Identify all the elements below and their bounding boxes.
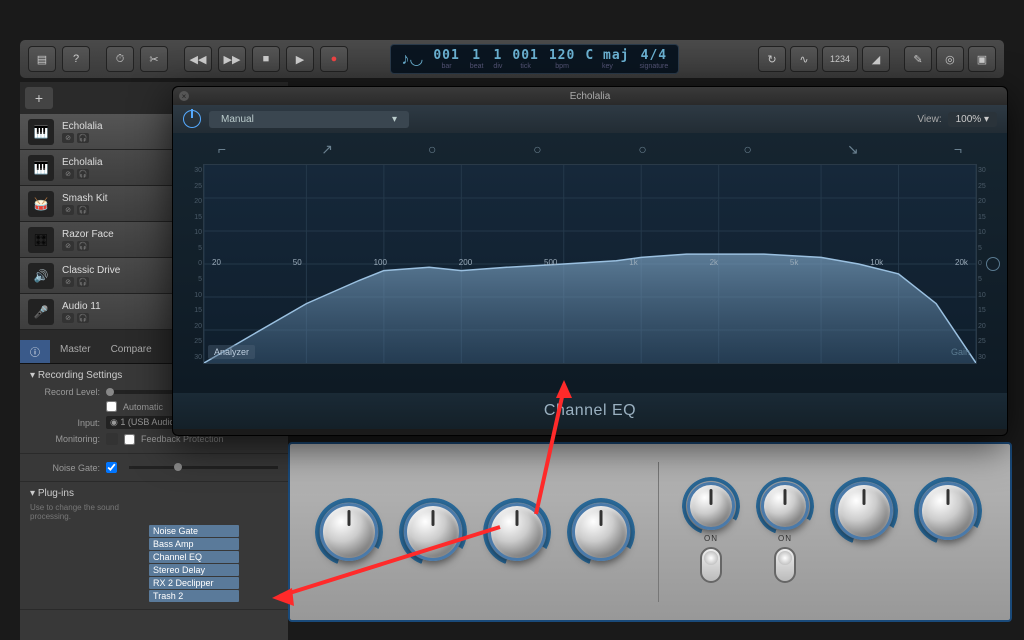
track-icon: 🎛 bbox=[28, 227, 54, 253]
channel-eq-window: × Echolalia Manual▾ View: 100% ▾ ⌐ ↗ ○ ○ ○ ○ ↘… bbox=[172, 86, 1008, 436]
solo-button[interactable]: 🎧 bbox=[77, 169, 89, 179]
track-icon: 🎹 bbox=[28, 155, 54, 181]
lcd-beat: 1 bbox=[472, 48, 481, 63]
forward-button[interactable]: ▶▶ bbox=[218, 46, 246, 72]
inspector-master-tab[interactable]: Master bbox=[50, 340, 101, 363]
lcd-div: 1 bbox=[493, 48, 502, 63]
plugin-slot[interactable]: RX 2 Declipper bbox=[149, 577, 239, 589]
lcd-bar: 001 bbox=[433, 48, 459, 63]
lcd-key: C maj bbox=[585, 48, 629, 63]
plugins-header[interactable]: ▾ Plug-ins bbox=[30, 488, 278, 499]
view-label: View: bbox=[917, 114, 941, 125]
mute-button[interactable]: ⊘ bbox=[62, 241, 74, 251]
cycle-button[interactable]: ↻ bbox=[758, 46, 786, 72]
solo-button[interactable]: 🎧 bbox=[77, 241, 89, 251]
solo-button[interactable]: 🎧 bbox=[77, 133, 89, 143]
amp-knob-3[interactable] bbox=[488, 503, 546, 561]
stop-button[interactable]: ■ bbox=[252, 46, 280, 72]
solo-button[interactable]: 🎧 bbox=[77, 205, 89, 215]
eq-band-icon[interactable]: ⌐ bbox=[213, 141, 231, 158]
gain-label: Gain bbox=[951, 347, 970, 357]
amp-knob-5[interactable] bbox=[687, 482, 735, 530]
plugin-slot[interactable]: Stereo Delay bbox=[149, 564, 239, 576]
loop-browser-button[interactable]: ◎ bbox=[936, 46, 964, 72]
lcd-sig: 4/4 bbox=[641, 48, 667, 63]
lcd-display[interactable]: ♪◡ 001bar 1beat 1div 001tick 120bpm C ma… bbox=[390, 44, 679, 74]
amp-knob-2[interactable] bbox=[404, 503, 462, 561]
help-button[interactable]: ? bbox=[62, 46, 90, 72]
view-zoom-selector[interactable]: 100% ▾ bbox=[948, 112, 997, 127]
amp-toggle-2[interactable] bbox=[774, 547, 796, 583]
eq-graph[interactable]: 30252015105051015202530 3025201510505101… bbox=[203, 164, 977, 364]
amp-knob-6[interactable] bbox=[761, 482, 809, 530]
solo-button[interactable]: 🎧 bbox=[77, 313, 89, 323]
library-button[interactable]: ▤ bbox=[28, 46, 56, 72]
media-browser-button[interactable]: ▣ bbox=[968, 46, 996, 72]
eq-window-title: Echolalia bbox=[570, 91, 611, 102]
plugin-slot[interactable]: Channel EQ bbox=[149, 551, 239, 563]
eq-plugin-name: Channel EQ bbox=[173, 393, 1007, 429]
track-icon: 🎹 bbox=[28, 119, 54, 145]
amp-knob-4[interactable] bbox=[572, 503, 630, 561]
add-track-button[interactable]: + bbox=[25, 87, 53, 109]
amp-knob-8[interactable] bbox=[919, 482, 977, 540]
master-volume-button[interactable]: ◢ bbox=[862, 46, 890, 72]
mute-button[interactable]: ⊘ bbox=[62, 169, 74, 179]
monitoring-button[interactable] bbox=[106, 433, 118, 445]
chevron-down-icon: ▾ bbox=[392, 114, 397, 125]
play-button[interactable]: ▶ bbox=[286, 46, 314, 72]
divider bbox=[658, 462, 659, 602]
tuner-button[interactable]: ∿ bbox=[790, 46, 818, 72]
eq-band-icon[interactable]: ○ bbox=[739, 141, 757, 158]
eq-band-icons: ⌐ ↗ ○ ○ ○ ○ ↘ ¬ bbox=[203, 141, 977, 164]
mute-button[interactable]: ⊘ bbox=[62, 277, 74, 287]
amp-knob-1[interactable] bbox=[320, 503, 378, 561]
solo-button[interactable]: 🎧 bbox=[77, 277, 89, 287]
eq-titlebar[interactable]: × Echolalia bbox=[173, 87, 1007, 105]
lcd-bpm: 120 bbox=[549, 48, 575, 63]
count-in-button[interactable]: ✂ bbox=[140, 46, 168, 72]
rewind-button[interactable]: ◀◀ bbox=[184, 46, 212, 72]
track-icon: 🎤 bbox=[28, 299, 54, 325]
lcd-tick: 001 bbox=[512, 48, 538, 63]
inspector-info-tab[interactable]: ⓘ bbox=[20, 340, 50, 363]
plugin-slot[interactable]: Noise Gate bbox=[149, 525, 239, 537]
amp-controls-panel: ON ON bbox=[288, 442, 1012, 622]
eq-band-icon[interactable]: ○ bbox=[528, 141, 546, 158]
track-icon: 🔊 bbox=[28, 263, 54, 289]
close-icon[interactable]: × bbox=[179, 91, 189, 101]
mute-button[interactable]: ⊘ bbox=[62, 313, 74, 323]
eq-preset-selector[interactable]: Manual▾ bbox=[209, 111, 409, 128]
eq-band-icon[interactable]: ○ bbox=[634, 141, 652, 158]
inspector-compare-tab[interactable]: Compare bbox=[101, 340, 162, 363]
automatic-level-checkbox[interactable] bbox=[106, 401, 117, 412]
plugin-slot[interactable]: Trash 2 bbox=[149, 590, 239, 602]
plugin-slot[interactable]: Bass Amp bbox=[149, 538, 239, 550]
notepad-button[interactable]: ✎ bbox=[904, 46, 932, 72]
power-icon[interactable] bbox=[183, 110, 201, 128]
eq-band-icon[interactable]: ↗ bbox=[318, 141, 336, 158]
mute-button[interactable]: ⊘ bbox=[62, 133, 74, 143]
noise-gate-checkbox[interactable] bbox=[106, 462, 117, 473]
amp-knob-7[interactable] bbox=[835, 482, 893, 540]
main-toolbar: ▤ ? ⏱ ✂ ◀◀ ▶▶ ■ ▶ ● ♪◡ 001bar 1beat 1div… bbox=[20, 40, 1004, 78]
lcd-mode-button[interactable]: 1234 bbox=[822, 46, 858, 72]
feedback-protection-checkbox[interactable] bbox=[124, 434, 135, 445]
note-icon: ♪◡ bbox=[401, 49, 423, 69]
track-icon: 🥁 bbox=[28, 191, 54, 217]
gain-knob[interactable] bbox=[986, 257, 1000, 271]
noise-gate-slider[interactable] bbox=[129, 466, 278, 469]
plugins-description: Use to change the sound processing. bbox=[30, 503, 139, 521]
amp-toggle-1[interactable] bbox=[700, 547, 722, 583]
metronome-button[interactable]: ⏱ bbox=[106, 46, 134, 72]
eq-band-icon[interactable]: ○ bbox=[423, 141, 441, 158]
mute-button[interactable]: ⊘ bbox=[62, 205, 74, 215]
record-button[interactable]: ● bbox=[320, 46, 348, 72]
eq-band-icon[interactable]: ¬ bbox=[949, 141, 967, 158]
analyzer-button[interactable]: Analyzer bbox=[208, 345, 255, 359]
eq-band-icon[interactable]: ↘ bbox=[844, 141, 862, 158]
